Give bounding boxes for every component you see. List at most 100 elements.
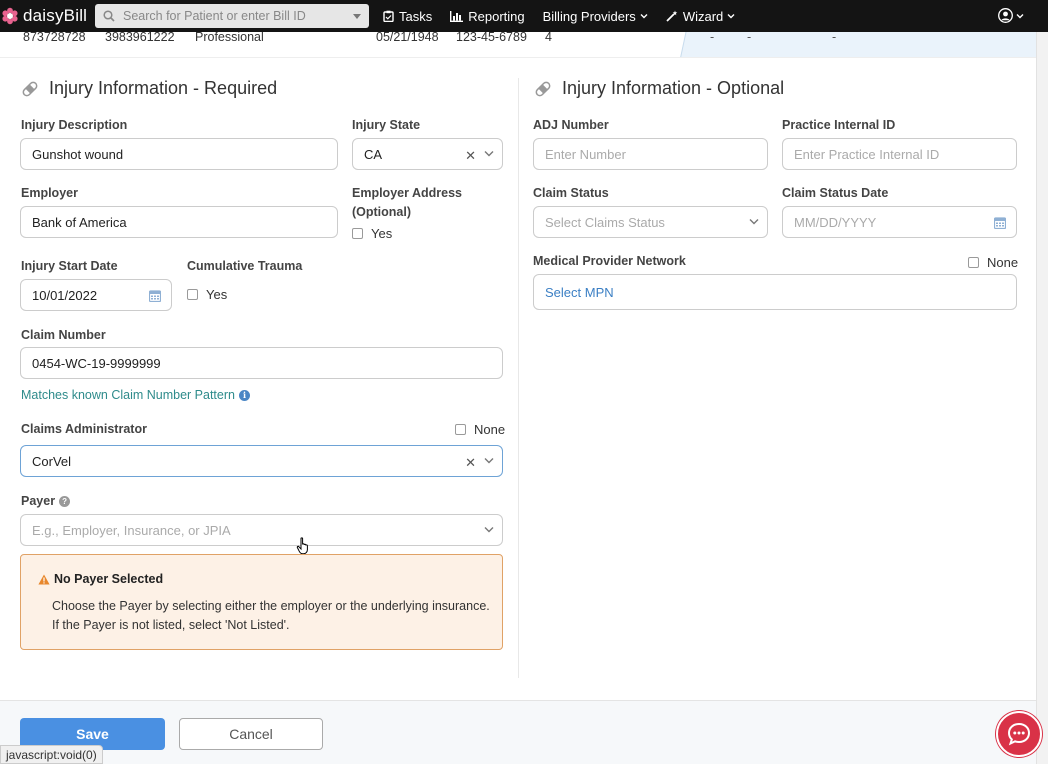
practice-internal-id-label: Practice Internal ID [782,118,896,132]
daisybill-logo[interactable]: daisyBill [0,0,95,32]
employer-address-label: Employer Address [352,186,462,200]
chevron-down-icon[interactable] [484,457,494,464]
claim-status-date-label: Claim Status Date [782,186,889,200]
checkbox-box[interactable] [455,424,466,435]
claims-administrator-none-label: None [474,422,506,437]
hand-pointer-cursor-icon [296,537,308,555]
bar-chart-icon [450,10,464,22]
chevron-down-icon[interactable] [484,150,494,157]
injury-start-date-value: 10/01/2022 [32,287,98,303]
section-title-optional-text: Injury Information - Optional [562,78,785,98]
warning-body: Choose the Payer by selecting either the… [52,599,490,632]
employer-address-optional-label: (Optional) [352,205,412,219]
form-footer: Save Cancel [0,700,1036,764]
mpn-none-label: None [987,255,1019,270]
no-payer-warning: No Payer Selected Choose the Payer by se… [20,554,503,650]
summary-cell: 3983961222 [105,32,175,44]
help-icon[interactable]: ? [59,495,71,507]
chevron-down-icon [727,14,735,19]
section-title-required: Injury Information - Required [21,78,277,99]
nav-tasks-label: Tasks [399,8,433,24]
cumulative-trauma-checkbox-label: Yes [206,287,228,302]
warning-title-text: No Payer Selected [54,572,164,586]
column-divider [518,78,519,678]
injury-state-label: Injury State [352,118,421,132]
employer-address-checkbox-label: Yes [371,226,393,241]
magic-wand-icon [666,10,678,22]
cumulative-trauma-checkbox[interactable]: Yes [187,287,227,302]
nav-reporting[interactable]: Reporting [450,8,525,24]
chevron-down-icon[interactable] [484,526,494,533]
employer-input[interactable]: Bank of America [20,206,338,238]
calendar-icon[interactable] [149,289,161,302]
summary-dash: - [747,32,752,44]
injury-description-value: Gunshot wound [32,146,124,162]
chevron-down-icon [1016,13,1024,18]
bill-summary-strip: 873728728 3983961222 Professional 05/21/… [0,32,1036,58]
injury-information-form: Injury Information - Required Injury Des… [0,64,1036,684]
claims-administrator-label: Claims Administrator [21,422,147,436]
chat-support-button[interactable] [996,711,1042,757]
daisy-logo-icon [2,7,18,25]
claim-number-value: 0454-WC-19-9999999 [32,355,161,371]
employer-label: Employer [21,186,78,200]
adj-number-input[interactable]: Enter Number [533,138,768,170]
nav-tasks[interactable]: Tasks [383,9,432,24]
browser-status-bar: javascript:void(0) [0,745,103,764]
clear-icon[interactable]: ✕ [465,148,476,164]
practice-internal-id-placeholder: Enter Practice Internal ID [794,146,940,162]
claim-number-pattern-hint[interactable]: Matches known Claim Number Pattern i [21,388,250,402]
payer-placeholder: E.g., Employer, Insurance, or JPIA [32,522,231,538]
select-mpn-button[interactable]: Select MPN [533,274,1017,310]
warning-title: No Payer Selected [38,572,163,586]
nav-reporting-label: Reporting [468,8,525,24]
claim-status-select[interactable]: Select Claims Status [533,206,768,238]
select-mpn-text: Select MPN [545,284,614,300]
payer-select[interactable]: E.g., Employer, Insurance, or JPIA [20,514,503,546]
page-scrollbar[interactable] [1036,32,1048,764]
summary-dash: - [710,32,715,44]
summary-cell: Professional [195,32,264,44]
adj-number-label: ADJ Number [533,118,609,132]
warning-triangle-icon [38,574,50,584]
chevron-down-icon [640,14,648,19]
nav-billing-providers[interactable]: Billing Providers [543,9,648,24]
cumulative-trauma-label: Cumulative Trauma [187,259,303,273]
chevron-down-icon[interactable] [749,218,759,225]
bandage-icon [535,81,551,96]
checkbox-box[interactable] [968,257,979,268]
checkbox-box[interactable] [352,228,363,239]
injury-start-date-input[interactable]: 10/01/2022 [20,279,172,311]
bandage-icon [22,81,38,96]
claims-administrator-none-checkbox[interactable]: None [455,422,505,437]
claims-administrator-select[interactable]: CorVel ✕ [20,445,503,477]
nav-billing-providers-label: Billing Providers [542,8,636,24]
summary-dash: - [832,32,837,44]
employer-address-checkbox[interactable]: Yes [352,226,392,241]
claim-number-hint-text: Matches known Claim Number Pattern [21,388,235,402]
mpn-none-checkbox[interactable]: None [968,255,1018,270]
practice-internal-id-input[interactable]: Enter Practice Internal ID [782,138,1017,170]
calendar-icon[interactable] [994,216,1006,229]
injury-start-date-label: Injury Start Date [21,259,118,273]
claim-status-date-placeholder: MM/DD/YYYY [794,214,877,230]
claim-status-placeholder: Select Claims Status [545,214,665,230]
summary-cell: 123-45-6789 [456,32,527,44]
clear-icon[interactable]: ✕ [465,455,476,471]
top-navbar: daisyBill Search for Patient or enter Bi… [0,0,1048,32]
search-dropdown-caret-icon[interactable] [353,14,361,19]
claim-number-label: Claim Number [21,328,106,342]
summary-cell: 4 [545,32,552,44]
injury-state-select[interactable]: CA ✕ [352,138,503,170]
claim-number-input[interactable]: 0454-WC-19-9999999 [20,347,503,379]
user-avatar-icon [998,8,1013,23]
nav-wizard[interactable]: Wizard [666,9,735,24]
checkbox-box[interactable] [187,289,198,300]
user-menu[interactable] [998,8,1024,23]
claim-status-date-input[interactable]: MM/DD/YYYY [782,206,1017,238]
cancel-button[interactable]: Cancel [179,718,323,750]
adj-number-placeholder: Enter Number [545,146,626,162]
info-icon[interactable]: i [238,389,250,401]
patient-search-input[interactable]: Search for Patient or enter Bill ID [95,4,369,28]
injury-description-input[interactable]: Gunshot wound [20,138,338,170]
